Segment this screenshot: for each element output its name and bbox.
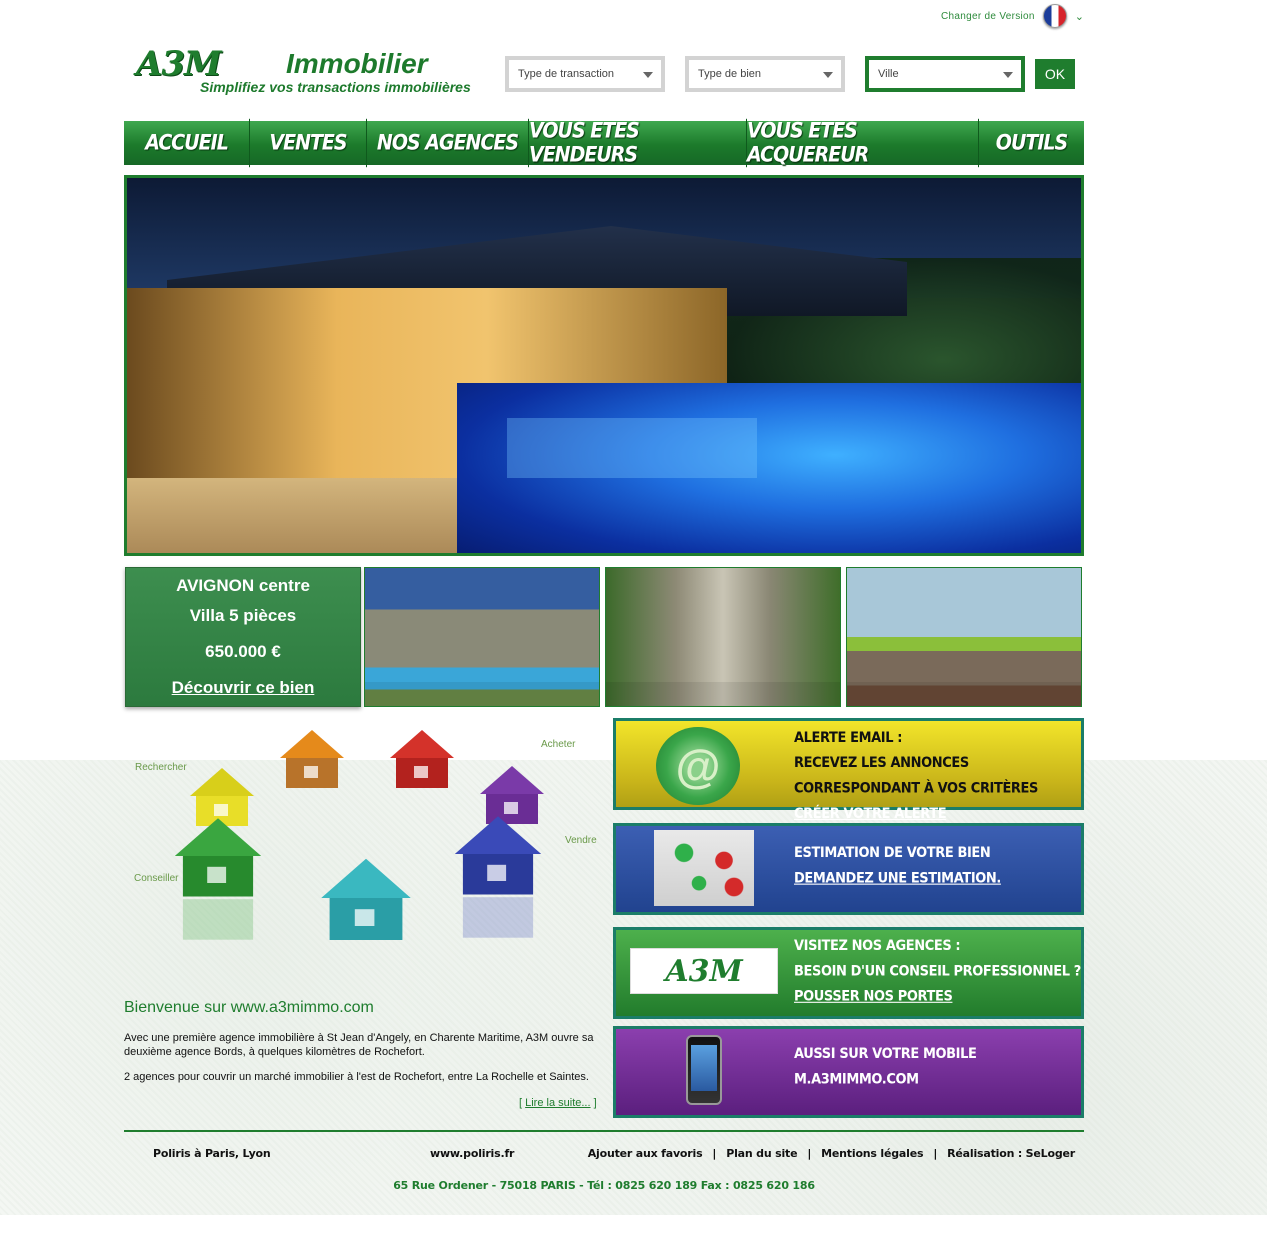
email-alert-box[interactable]: @ ALERTE EMAIL : RECEVEZ LES ANNONCES CO… <box>613 718 1084 822</box>
footer-separator: | <box>807 1147 812 1160</box>
agencies-text: VISITEZ NOS AGENCES : BESOIN D'UN CONSEI… <box>794 934 1081 1010</box>
email-alert-title: ALERTE EMAIL : <box>794 729 903 747</box>
property-thumbnail-manor[interactable] <box>364 567 600 707</box>
welcome-paragraph-2: 2 agences pour couvrir un marché immobil… <box>124 1071 589 1083</box>
featured-price: 650.000 € <box>205 642 281 661</box>
welcome-paragraph-1: Avec une première agence immobilière à S… <box>124 1032 594 1058</box>
email-alert-subtitle: RECEVEZ LES ANNONCES CORRESPONDANT À VOS… <box>794 755 1038 797</box>
transaction-type-value: Type de transaction <box>518 68 615 80</box>
welcome-title: Bienvenue sur www.a3mimmo.com <box>124 999 374 1016</box>
change-version-link[interactable]: Changer de Version <box>941 11 1035 22</box>
visit-agencies-link[interactable]: POUSSER NOS PORTES <box>794 984 1081 1009</box>
footer-separator: | <box>933 1147 938 1160</box>
house-red <box>390 730 454 788</box>
estimation-box[interactable]: ESTIMATION DE VOTRE BIEN DEMANDEZ UNE ES… <box>613 823 1084 915</box>
logo-name: Immobilier <box>286 48 428 79</box>
agencies-subtitle: BESOIN D'UN CONSEIL PROFESSIONNEL ? <box>794 963 1081 980</box>
featured-row: AVIGNON centre Villa 5 pièces 650.000 € … <box>124 566 1084 708</box>
footer-poliris-cities[interactable]: Poliris à Paris, Lyon <box>153 1147 271 1160</box>
house-yellow <box>190 768 254 826</box>
footer-add-favorites[interactable]: Ajouter aux favoris <box>588 1147 703 1160</box>
property-type-select[interactable]: Type de bien <box>685 56 845 92</box>
property-type-value: Type de bien <box>698 68 761 80</box>
footer-legal[interactable]: Mentions légales <box>821 1147 923 1160</box>
nav-nos-agences[interactable]: NOS AGENCES <box>367 118 529 168</box>
label-acheter: Acheter <box>541 739 576 750</box>
nav-accueil[interactable]: ACCUEIL <box>124 118 250 168</box>
nav-outils[interactable]: OUTILS <box>979 119 1084 167</box>
transaction-type-select[interactable]: Type de transaction <box>505 56 665 92</box>
footer-sitemap[interactable]: Plan du site <box>726 1147 797 1160</box>
site-logo[interactable]: A3M Immobilier Simplifiez vos transactio… <box>136 44 486 100</box>
featured-cta-link[interactable]: Découvrir ce bien <box>126 678 360 698</box>
footer-address: 65 Rue Ordener - 75018 PARIS - Tél : 082… <box>393 1179 815 1192</box>
houses-icon <box>654 830 754 906</box>
house-teal <box>321 858 411 940</box>
house-purple <box>480 766 544 824</box>
footer-links: Ajouter aux favoris | Plan du site | Men… <box>588 1147 1075 1160</box>
houses-illustration: Rechercher Acheter Vendre Conseiller <box>124 720 602 985</box>
footer-separator: | <box>712 1147 717 1160</box>
search-ok-button[interactable]: OK <box>1035 59 1075 89</box>
featured-property-card[interactable]: AVIGNON centre Villa 5 pièces 650.000 € … <box>125 567 361 707</box>
mobile-box[interactable]: AUSSI SUR VOTRE MOBILE M.A3MIMMO.COM <box>613 1026 1084 1118</box>
city-select[interactable]: Ville <box>865 56 1025 92</box>
property-thumbnail-living-room[interactable] <box>846 567 1082 707</box>
agencies-title: VISITEZ NOS AGENCES : <box>794 937 961 955</box>
at-sign-icon: @ <box>656 727 740 805</box>
city-value: Ville <box>878 68 899 80</box>
main-nav: ACCUEIL VENTES NOS AGENCES VOUS ETES VEN… <box>124 118 1084 168</box>
label-rechercher: Rechercher <box>135 762 187 773</box>
request-estimation-link[interactable]: DEMANDEZ UNE ESTIMATION. <box>794 866 1001 891</box>
dropdown-arrow-icon <box>643 72 653 78</box>
page-bottom <box>0 1215 1267 1234</box>
hero-glass-fence <box>507 418 757 478</box>
featured-location: AVIGNON centre <box>176 576 310 595</box>
property-thumbnail-stone-house[interactable] <box>605 567 841 707</box>
nav-vous-etes-vendeurs[interactable]: VOUS ETES VENDEURS <box>529 118 747 168</box>
house-blue <box>454 816 542 938</box>
read-more: [ Lire la suite... ] <box>519 1097 597 1109</box>
logo-mark: A3M <box>136 44 222 84</box>
house-green <box>174 818 262 940</box>
read-more-bracket-close: ] <box>590 1097 597 1109</box>
nav-ventes[interactable]: VENTES <box>250 118 367 168</box>
chevron-down-icon[interactable]: ⌄ <box>1075 10 1084 23</box>
a3m-logo: A3M <box>630 948 778 994</box>
footer-divider <box>124 1130 1084 1132</box>
nav-vous-etes-acquereur[interactable]: VOUS ETES ACQUEREUR <box>747 118 979 168</box>
version-bar: Changer de Version ⌄ <box>941 2 1084 30</box>
mobile-url: M.A3MIMMO.COM <box>794 1071 919 1088</box>
footer-poliris-link[interactable]: www.poliris.fr <box>430 1147 514 1160</box>
dropdown-arrow-icon <box>1003 72 1013 78</box>
smartphone-icon <box>686 1035 722 1105</box>
estimation-title: ESTIMATION DE VOTRE BIEN <box>794 845 991 862</box>
read-more-link[interactable]: Lire la suite... <box>525 1097 590 1109</box>
email-alert-text: ALERTE EMAIL : RECEVEZ LES ANNONCES CORR… <box>794 725 1081 826</box>
agencies-box[interactable]: A3M VISITEZ NOS AGENCES : BESOIN D'UN CO… <box>613 927 1084 1019</box>
logo-tagline: Simplifiez vos transactions immobilières <box>200 79 471 95</box>
dropdown-arrow-icon <box>823 72 833 78</box>
house-orange <box>280 730 344 788</box>
label-conseiller: Conseiller <box>134 873 179 884</box>
footer-credits[interactable]: Réalisation : SeLoger <box>947 1147 1075 1160</box>
hero-banner-image[interactable] <box>124 175 1084 556</box>
france-flag-icon[interactable] <box>1042 4 1067 28</box>
featured-title: Villa 5 pièces <box>189 606 297 625</box>
label-vendre: Vendre <box>565 835 597 846</box>
estimation-text: ESTIMATION DE VOTRE BIEN DEMANDEZ UNE ES… <box>794 841 1001 892</box>
mobile-text: AUSSI SUR VOTRE MOBILE M.A3MIMMO.COM <box>794 1042 977 1093</box>
mobile-title: AUSSI SUR VOTRE MOBILE <box>794 1046 977 1063</box>
